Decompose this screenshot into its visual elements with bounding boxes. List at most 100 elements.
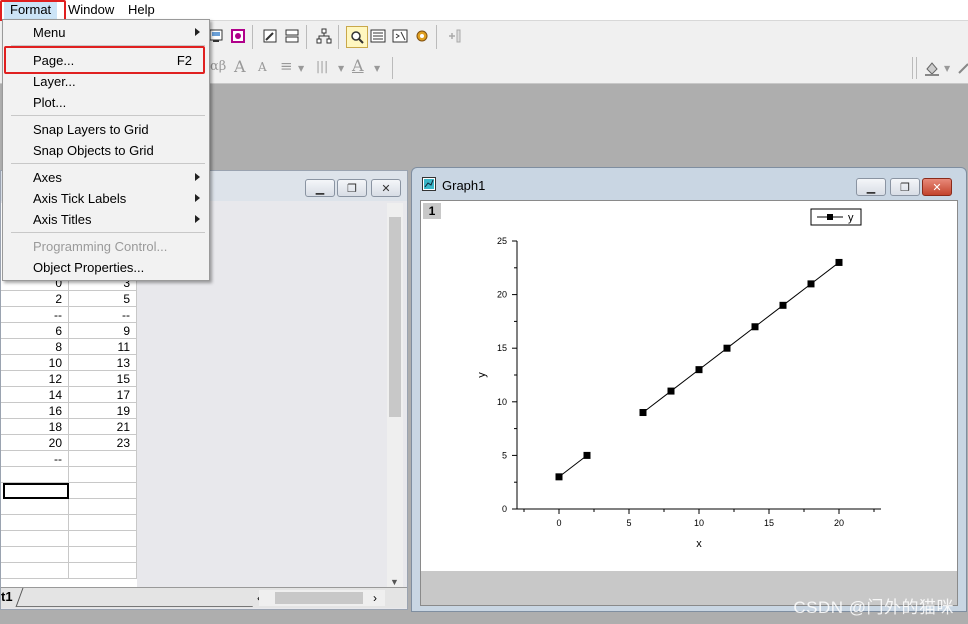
table-cell[interactable]: 20 xyxy=(1,435,69,451)
table-cell[interactable]: 19 xyxy=(69,403,137,419)
table-cell[interactable]: 6 xyxy=(1,323,69,339)
line-style-button[interactable]: ||| xyxy=(316,59,328,73)
table-cell[interactable]: 18 xyxy=(1,419,69,435)
chevron-down-icon[interactable]: ▼ xyxy=(338,64,344,73)
table-cell[interactable] xyxy=(69,515,137,531)
menu-format[interactable]: Format xyxy=(4,0,58,20)
menu-help[interactable]: Help xyxy=(122,0,161,20)
table-cell[interactable]: 16 xyxy=(1,403,69,419)
menu-item-layer[interactable]: Layer... xyxy=(4,71,208,92)
align-button[interactable]: ≡ xyxy=(280,57,293,75)
table-cell[interactable] xyxy=(69,451,137,467)
table-cell[interactable]: 5 xyxy=(69,291,137,307)
table-cell[interactable]: 8 xyxy=(1,339,69,355)
menu-item-label: Object Properties... xyxy=(33,260,145,275)
x-tick-label: 10 xyxy=(694,518,704,528)
line-color-icon[interactable] xyxy=(954,58,968,78)
increase-font-button[interactable]: A xyxy=(234,57,246,76)
new-notes-icon[interactable] xyxy=(228,26,248,46)
add-column-icon[interactable] xyxy=(444,26,464,46)
code-builder-icon[interactable] xyxy=(260,26,280,46)
split-window-icon[interactable] xyxy=(282,26,302,46)
menu-item-page[interactable]: Page... F2 xyxy=(4,50,208,71)
x-tick-label: 15 xyxy=(764,518,774,528)
restore-button[interactable]: ❐ xyxy=(890,178,920,196)
magnify-icon[interactable] xyxy=(346,26,368,48)
table-cell[interactable]: 21 xyxy=(69,419,137,435)
table-cell[interactable]: 14 xyxy=(1,387,69,403)
sheet-tab[interactable]: t1 xyxy=(1,588,13,606)
table-cell[interactable]: 2 xyxy=(1,291,69,307)
data-point xyxy=(779,301,787,309)
menu-item-shortcut: F2 xyxy=(176,53,192,68)
menu-item-axes[interactable]: Axes xyxy=(4,167,208,188)
toolbar-separator xyxy=(912,57,913,79)
greek-button[interactable]: αβ xyxy=(210,59,226,74)
table-cell[interactable] xyxy=(1,499,69,515)
table-cell[interactable] xyxy=(1,467,69,483)
table-cell[interactable]: 9 xyxy=(69,323,137,339)
font-color-button[interactable]: A xyxy=(352,56,364,75)
table-cell[interactable] xyxy=(69,467,137,483)
table-cell[interactable]: 23 xyxy=(69,435,137,451)
vertical-scrollbar[interactable]: ▼ xyxy=(387,203,403,589)
table-cell[interactable] xyxy=(69,499,137,515)
command-window-icon[interactable] xyxy=(390,26,410,46)
close-button[interactable]: ✕ xyxy=(371,179,401,197)
table-cell[interactable]: 15 xyxy=(69,371,137,387)
table-cell[interactable]: -- xyxy=(1,307,69,323)
table-cell[interactable]: 17 xyxy=(69,387,137,403)
menu-item-object-properties[interactable]: Object Properties... xyxy=(4,257,208,278)
table-cell[interactable]: -- xyxy=(1,451,69,467)
table-cell[interactable]: -- xyxy=(69,307,137,323)
table-cell[interactable] xyxy=(69,483,137,499)
menu-item-axis-titles[interactable]: Axis Titles xyxy=(4,209,208,230)
chevron-down-icon[interactable]: ▼ xyxy=(944,64,950,73)
submenu-arrow-icon xyxy=(195,194,200,202)
results-log-icon[interactable] xyxy=(368,26,388,46)
menu-separator xyxy=(11,115,205,116)
menu-item-plot[interactable]: Plot... xyxy=(4,92,208,113)
y-tick-label: 20 xyxy=(497,290,507,300)
toolbar-separator xyxy=(252,25,253,49)
scrollbar-thumb[interactable] xyxy=(275,592,363,604)
fill-color-icon[interactable] xyxy=(922,58,942,78)
table-cell[interactable]: 13 xyxy=(69,355,137,371)
scroll-down-icon[interactable]: ▼ xyxy=(390,577,399,587)
menu-item-menu[interactable]: Menu xyxy=(4,22,208,43)
chevron-down-icon[interactable]: ▼ xyxy=(374,64,380,73)
menu-window[interactable]: Window xyxy=(62,0,120,20)
table-cell[interactable] xyxy=(69,547,137,563)
settings-gear-icon[interactable] xyxy=(412,26,432,46)
table-cell[interactable] xyxy=(1,515,69,531)
x-tick-label: 20 xyxy=(834,518,844,528)
table-cell[interactable] xyxy=(1,531,69,547)
table-cell[interactable]: 11 xyxy=(69,339,137,355)
restore-button[interactable]: ❐ xyxy=(337,179,367,197)
table-cell[interactable] xyxy=(69,563,137,579)
scroll-right-icon[interactable]: › xyxy=(373,591,377,605)
menu-item-axis-tick-labels[interactable]: Axis Tick Labels xyxy=(4,188,208,209)
table-cell[interactable] xyxy=(1,563,69,579)
y-tick-label: 15 xyxy=(497,343,507,353)
table-cell[interactable] xyxy=(69,531,137,547)
y-tick-label: 0 xyxy=(502,504,507,514)
minimize-button[interactable]: ▁ xyxy=(305,179,335,197)
graph-client-area: 1 0 5 10 15 20 0 5 10 15 20 25 x y y xyxy=(420,200,958,606)
table-cell[interactable]: 12 xyxy=(1,371,69,387)
project-explorer-icon[interactable] xyxy=(314,26,334,46)
x-axis-label: x xyxy=(696,538,702,550)
close-button[interactable]: ✕ xyxy=(922,178,952,196)
menu-item-snap-layers[interactable]: Snap Layers to Grid xyxy=(4,119,208,140)
table-cell[interactable]: 10 xyxy=(1,355,69,371)
menu-item-snap-objects[interactable]: Snap Objects to Grid xyxy=(4,140,208,161)
chevron-down-icon[interactable]: ▼ xyxy=(298,64,304,73)
graph-page[interactable]: 1 0 5 10 15 20 0 5 10 15 20 25 x y y xyxy=(421,201,957,571)
decrease-font-button[interactable]: A xyxy=(258,60,267,74)
table-cell[interactable] xyxy=(1,547,69,563)
toolbar-separator xyxy=(916,57,917,79)
minimize-button[interactable]: ▁ xyxy=(856,178,886,196)
scrollbar-thumb[interactable] xyxy=(389,217,401,417)
horizontal-scrollbar[interactable] xyxy=(259,590,385,606)
table-cell[interactable] xyxy=(3,483,69,499)
